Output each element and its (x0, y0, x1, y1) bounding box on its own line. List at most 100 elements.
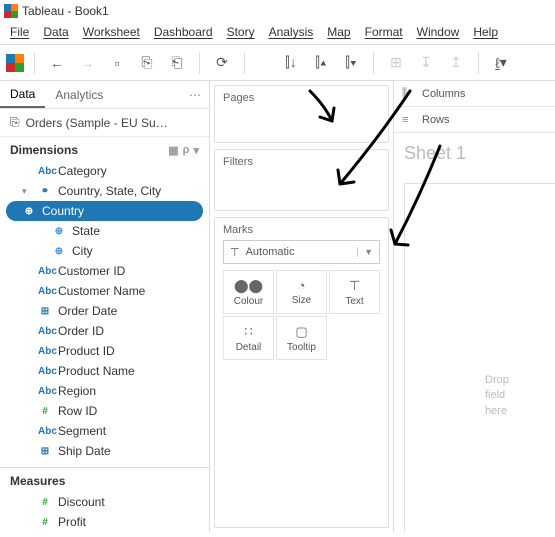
menu-analysis[interactable]: Analysis (269, 25, 314, 39)
forward-button[interactable]: → (75, 51, 99, 75)
mark-type-selector[interactable]: ⊤ Automatic ▼ (223, 240, 380, 264)
marks-colour[interactable]: ⬤⬤Colour (223, 270, 274, 314)
tab-data[interactable]: Data (0, 81, 45, 108)
field-type-icon: ⊕ (52, 246, 66, 257)
field-type-icon: # (38, 497, 52, 508)
field-country[interactable]: ⊕Country (6, 201, 203, 221)
marks-size[interactable]: ◔Size (276, 270, 327, 314)
tableau-icon[interactable] (6, 54, 24, 72)
field-label: Product ID (58, 344, 115, 358)
tab-analytics[interactable]: Analytics (45, 81, 113, 108)
sort-asc-button[interactable]: ⫿▴ (309, 51, 333, 75)
field-customer-name[interactable]: Abc Customer Name (0, 281, 209, 301)
field-type-icon: Abc (38, 426, 52, 437)
menu-worksheet[interactable]: Worksheet (83, 25, 140, 39)
menu-bar: File Data Worksheet Dashboard Story Anal… (0, 22, 555, 45)
field-region[interactable]: Abc Region (0, 381, 209, 401)
field-label: Customer ID (58, 264, 125, 278)
field-segment[interactable]: AbcSegment (0, 421, 209, 441)
field-label: Profit (58, 515, 86, 529)
field-type-icon: Abc (38, 346, 52, 357)
rows-shelf[interactable]: ≡Rows (394, 107, 555, 133)
menu-data[interactable]: Data (43, 25, 68, 39)
datasource-row[interactable]: ⎘ Orders (Sample - EU Su… (0, 109, 209, 137)
field-profit[interactable]: #Profit (0, 512, 209, 532)
new-sheet-button[interactable]: ⎗ (165, 51, 189, 75)
field-discount[interactable]: # Discount (0, 492, 209, 512)
pane-options-icon[interactable]: ⋯ (181, 88, 209, 102)
view-area: ⫼Columns ≡Rows Sheet 1 Drop field here (394, 81, 555, 532)
marks-detail[interactable]: ∷Detail (223, 316, 274, 360)
field-type-icon: ⊞ (38, 306, 52, 317)
field-label: Product Name (58, 364, 135, 378)
tableau-logo-icon (4, 4, 18, 18)
sheet-title[interactable]: Sheet 1 (404, 143, 545, 164)
swap-button[interactable]: ⫿↓ (279, 51, 303, 75)
menu-map[interactable]: Map (327, 25, 350, 39)
menu-window[interactable]: Window (417, 25, 460, 39)
save-button[interactable]: ▫ (105, 51, 129, 75)
datasource-icon: ⎘ (10, 115, 20, 130)
rows-icon: ≡ (402, 114, 416, 126)
field-category[interactable]: AbcCategory (0, 161, 209, 181)
datasource-name: Orders (Sample - EU Su… (26, 116, 168, 130)
marks-tooltip[interactable]: ▢Tooltip (276, 316, 327, 360)
menu-help[interactable]: Help (473, 25, 498, 39)
find-field-icon[interactable]: ρ (183, 144, 190, 157)
marks-card: Marks ⊤ Automatic ▼ ⬤⬤Colour ◔Size ⊤Text… (214, 217, 389, 528)
menu-format[interactable]: Format (365, 25, 403, 39)
field-city[interactable]: ⊕City (0, 241, 209, 261)
field-customer-id[interactable]: AbcCustomer ID (0, 261, 209, 281)
field-type-icon: Abc (38, 286, 52, 297)
back-button[interactable]: ← (45, 51, 69, 75)
field-label: Category (58, 164, 107, 178)
field-row-id[interactable]: #Row ID (0, 401, 209, 421)
field-product-id[interactable]: Abc Product ID (0, 341, 209, 361)
field-type-icon: ⚭ (38, 186, 52, 197)
new-datasource-button[interactable]: ⎘ (135, 51, 159, 75)
field-country-state-city[interactable]: ▾⚭Country, State, City (0, 181, 209, 201)
field-label: Region (58, 384, 96, 398)
field-label: Customer Name (58, 284, 145, 298)
sort-fields-icon[interactable]: ▾ (193, 144, 199, 157)
field-order-date[interactable]: ⊞ Order Date (0, 301, 209, 321)
field-type-icon: Abc (38, 366, 52, 377)
field-state[interactable]: ⊕State (0, 221, 209, 241)
measures-heading: Measures (0, 467, 209, 492)
field-label: Order ID (58, 324, 104, 338)
menu-story[interactable]: Story (227, 25, 255, 39)
group-button[interactable]: ⊞ (384, 51, 408, 75)
marks-text[interactable]: ⊤Text (329, 270, 380, 314)
drop-field-hint: Drop field here (485, 373, 525, 419)
totals-button[interactable]: ↧ (414, 51, 438, 75)
colour-icon: ⬤⬤ (234, 278, 263, 294)
field-label: Order Date (58, 304, 117, 318)
field-type-icon: # (38, 406, 52, 417)
toolbar: ← → ▫ ⎘ ⎗ ⟳ ⫿↓ ⫿▴ ⫿▾ ⊞ ↧ ↥ ℓ▾ (0, 45, 555, 81)
field-type-icon: ⊕ (22, 206, 36, 217)
field-type-icon: ⊕ (52, 226, 66, 237)
dimensions-heading: Dimensions (10, 143, 78, 157)
size-icon: ◔ (298, 278, 306, 293)
detail-icon: ∷ (244, 324, 252, 340)
menu-dashboard[interactable]: Dashboard (154, 25, 213, 39)
menu-file[interactable]: File (10, 25, 29, 39)
field-type-icon: Abc (38, 326, 52, 337)
refresh-button[interactable]: ⟳ (210, 51, 234, 75)
sheet-canvas[interactable]: Sheet 1 Drop field here (394, 133, 555, 532)
columns-shelf[interactable]: ⫼Columns (394, 81, 555, 107)
filters-shelf[interactable]: Filters (214, 149, 389, 211)
pages-shelf[interactable]: Pages (214, 85, 389, 143)
expand-caret-icon[interactable]: ▾ (22, 186, 32, 197)
labels-button[interactable]: ↥ (444, 51, 468, 75)
highlight-button[interactable]: ℓ▾ (489, 51, 513, 75)
field-label: Discount (58, 495, 105, 509)
field-order-id[interactable]: Abc Order ID (0, 321, 209, 341)
text-icon: ⊤ (349, 278, 360, 294)
view-as-list-icon[interactable]: ▦ (168, 144, 178, 157)
field-product-name[interactable]: Abc Product Name (0, 361, 209, 381)
field-type-icon: Abc (38, 386, 52, 397)
sort-desc-button[interactable]: ⫿▾ (339, 51, 363, 75)
window-title: Tableau - Book1 (22, 4, 109, 18)
field-ship-date[interactable]: ⊞Ship Date (0, 441, 209, 461)
